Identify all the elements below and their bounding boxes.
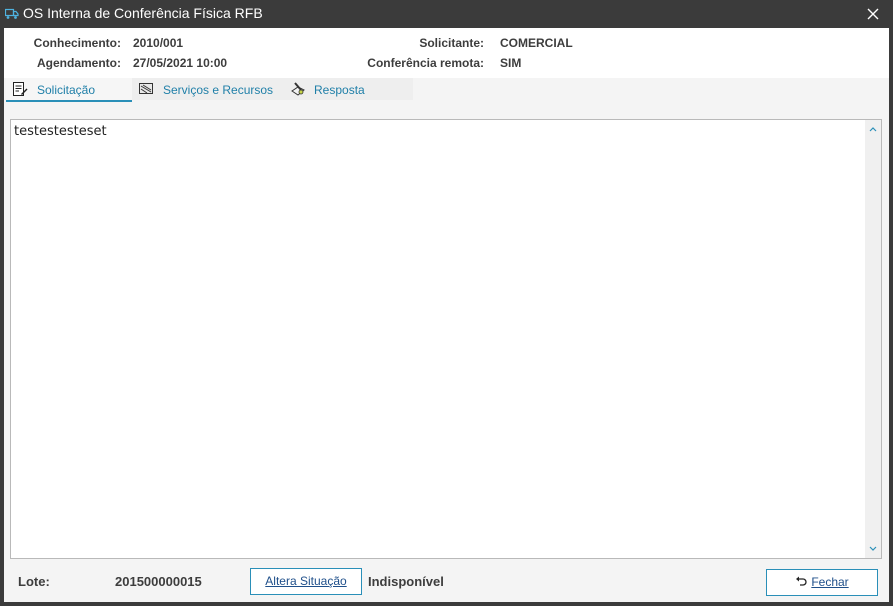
agendamento-value: 27/05/2021 10:00	[133, 56, 228, 70]
footer-bar: Lote: 201500000015 Altera Situação Indis…	[4, 564, 889, 602]
tab-strip: Solicitação Serviços e Recursos Resposta	[4, 78, 889, 102]
window-title: OS Interna de Conferência Física RFB	[23, 5, 263, 21]
solicitacao-textarea[interactable]: testestesteset	[10, 119, 882, 559]
tab-servicos-label: Serviços e Recursos	[163, 83, 274, 97]
list-icon	[138, 81, 154, 97]
dialog-window: OS Interna de Conferência Física RFB Con…	[0, 0, 893, 606]
solicitante-value: COMERCIAL	[500, 36, 573, 50]
fechar-label: Fechar	[811, 575, 849, 589]
close-icon	[867, 8, 879, 19]
fechar-button[interactable]: Fechar	[766, 569, 878, 596]
tab-resposta[interactable]: Resposta	[284, 78, 413, 100]
truck-icon	[4, 7, 19, 19]
lote-label: Lote:	[18, 574, 50, 589]
scroll-up-icon[interactable]	[865, 122, 881, 136]
scroll-down-icon[interactable]	[865, 542, 881, 556]
tab-solicitacao-label: Solicitação	[37, 83, 96, 97]
tab-solicitacao[interactable]: Solicitação	[6, 78, 132, 102]
conferencia-remota-value: SIM	[500, 56, 522, 70]
pen-paper-icon	[290, 81, 306, 97]
info-header: Conhecimento: 2010/001 Agendamento: 27/0…	[4, 28, 889, 79]
conhecimento-value: 2010/001	[133, 36, 184, 50]
textarea-content: testestesteset	[14, 124, 107, 139]
altera-situacao-button[interactable]: Altera Situação	[250, 568, 362, 595]
tab-servicos-recursos[interactable]: Serviços e Recursos	[132, 78, 284, 100]
vertical-scrollbar[interactable]	[865, 120, 881, 558]
dialog-client: Conhecimento: 2010/001 Agendamento: 27/0…	[4, 28, 889, 602]
document-edit-icon	[12, 81, 28, 97]
altera-situacao-label: Altera Situação	[265, 574, 347, 588]
lote-value: 201500000015	[115, 574, 202, 589]
agendamento-label: Agendamento:	[37, 56, 121, 70]
solicitante-label: Solicitante:	[419, 36, 484, 50]
tab-resposta-label: Resposta	[314, 83, 365, 97]
conferencia-remota-label: Conferência remota:	[367, 56, 484, 70]
status-text: Indisponível	[368, 574, 444, 589]
conhecimento-label: Conhecimento:	[33, 36, 121, 50]
close-button[interactable]	[853, 0, 893, 27]
undo-icon	[795, 570, 807, 595]
title-bar: OS Interna de Conferência Física RFB	[0, 0, 893, 27]
